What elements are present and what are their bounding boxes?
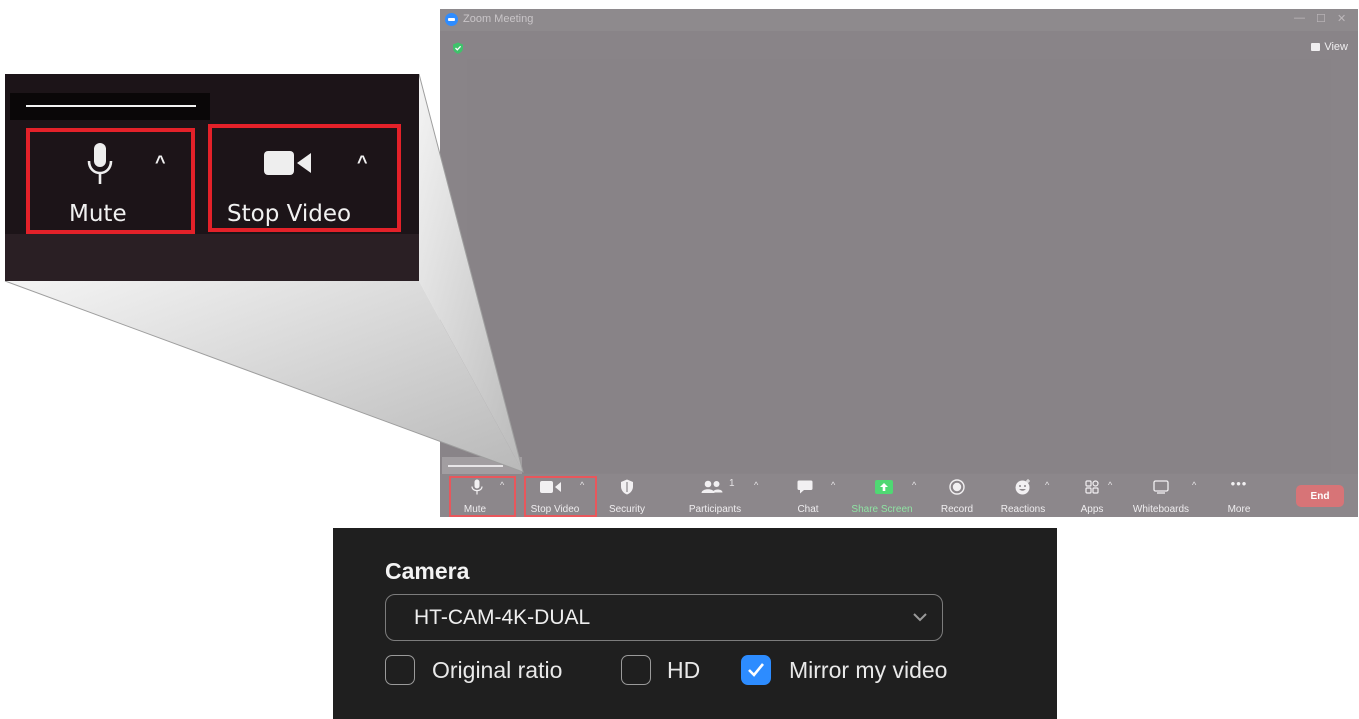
security-button[interactable]: Security [602,474,652,517]
whiteboards-label: Whiteboards [1132,504,1190,515]
camera-settings-panel: Camera HT-CAM-4K-DUAL Original ratio HD … [333,528,1057,719]
whiteboards-button[interactable]: Whiteboards [1128,474,1194,517]
chat-label: Chat [797,504,819,515]
share-screen-button[interactable]: Share Screen [851,474,913,517]
mirror-video-label: Mirror my video [789,657,948,683]
chat-bubble-icon [797,480,813,494]
chat-button[interactable]: Chat [785,474,827,517]
original-ratio-label: Original ratio [432,657,563,683]
inset-stop-video-label: Stop Video [227,201,352,227]
share-screen-label: Share Screen [851,504,913,515]
grid-view-icon [1311,43,1321,51]
reactions-options-caret-icon[interactable]: ^ [1045,480,1049,490]
record-icon [949,479,965,495]
meeting-toolbar: ^ Mute ^ Stop Video Security 1 Participa… [440,474,1358,517]
camera-select-dropdown[interactable]: HT-CAM-4K-DUAL [385,594,943,641]
video-area [467,59,1331,473]
self-view-thumbnail[interactable] [442,457,522,475]
more-label: More [1227,504,1251,515]
mute-highlight-box [449,476,516,517]
original-ratio-checkbox[interactable] [385,655,415,685]
inset-video-camera-icon [264,151,311,175]
apps-options-caret-icon[interactable]: ^ [1108,480,1112,490]
hd-checkbox[interactable] [621,655,651,685]
participants-icon [701,480,723,493]
minimize-icon[interactable]: — [1294,12,1305,24]
zoom-meeting-window: Zoom Meeting — ☐ ✕ View ^ Mute ^ Stop Vi… [440,9,1358,517]
participants-count: 1 [729,478,735,489]
encryption-shield-icon[interactable] [452,42,464,54]
camera-heading: Camera [385,558,470,584]
share-screen-arrow-icon [875,480,893,494]
inset-audio-caret-icon: ^ [155,152,166,172]
inset-mute-label: Mute [69,201,127,227]
window-title: Zoom Meeting [463,13,534,25]
selected-camera-value: HT-CAM-4K-DUAL [414,606,591,629]
inset-background [5,234,419,281]
security-label: Security [608,504,646,515]
maximize-icon[interactable]: ☐ [1316,12,1326,25]
more-ellipsis-icon: ••• [1230,475,1248,491]
zoom-logo-icon [445,13,458,26]
whiteboards-options-caret-icon[interactable]: ^ [1192,480,1196,490]
chevron-down-icon [913,613,927,622]
security-shield-icon [621,479,633,495]
inset-video-caret-icon: ^ [357,152,368,172]
view-button[interactable]: View [1311,41,1348,53]
title-bar: Zoom Meeting — ☐ ✕ [440,9,1358,31]
participants-options-caret-icon[interactable]: ^ [754,480,758,490]
view-label: View [1324,41,1348,53]
checkmark-icon [748,663,765,677]
share-options-caret-icon[interactable]: ^ [912,480,916,490]
apps-icon [1085,480,1099,494]
inset-microphone-icon [87,143,113,184]
more-button[interactable]: ••• More [1220,474,1258,517]
reactions-emoji-icon [1015,479,1030,495]
mirror-video-checkbox[interactable] [741,655,771,685]
record-label: Record [940,504,974,515]
reactions-button[interactable]: Reactions [998,474,1048,517]
whiteboard-icon [1153,480,1169,494]
chat-options-caret-icon[interactable]: ^ [831,480,835,490]
apps-label: Apps [1080,504,1104,515]
magnified-controls-inset: ^ Mute ^ Stop Video [5,74,419,281]
reactions-label: Reactions [1000,504,1046,515]
stop-video-highlight-box [524,476,597,517]
end-meeting-button[interactable]: End [1296,485,1344,507]
hd-label: HD [667,657,701,683]
close-icon[interactable]: ✕ [1337,12,1346,25]
apps-button[interactable]: Apps [1074,474,1110,517]
participants-button[interactable]: 1 Participants [684,474,746,517]
record-button[interactable]: Record [936,474,978,517]
participants-label: Participants [688,504,742,515]
inset-self-view-strip [10,93,210,120]
